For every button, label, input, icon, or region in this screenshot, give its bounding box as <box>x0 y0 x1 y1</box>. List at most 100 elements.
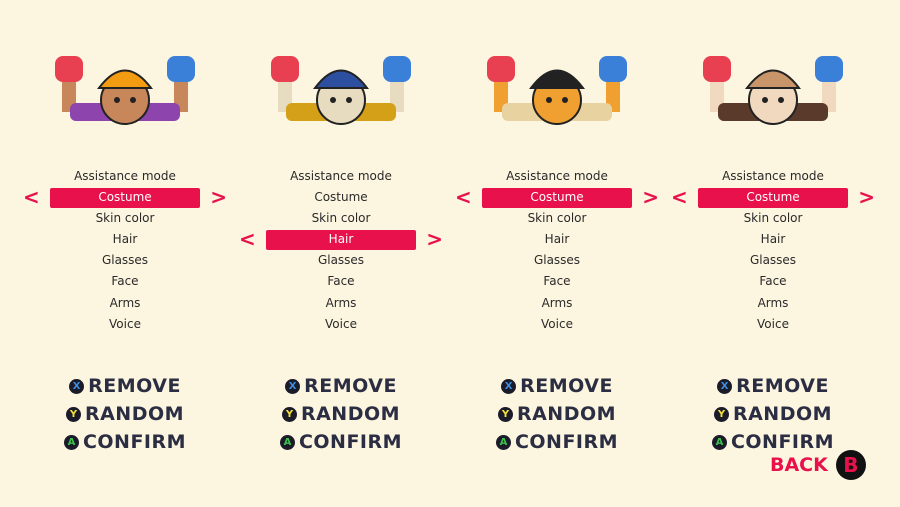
menu-item-costume[interactable]: < Costume > <box>665 187 881 209</box>
menu-item-label: Voice <box>325 316 357 331</box>
b-button-icon: B <box>835 450 866 480</box>
menu-item-face[interactable]: Face <box>665 271 881 292</box>
character-preview <box>55 56 195 125</box>
x-button-icon: X <box>501 378 517 394</box>
remove-action[interactable]: X REMOVE <box>17 372 233 400</box>
left-glove-icon <box>271 56 299 82</box>
menu-item-label: Voice <box>109 316 141 331</box>
action-label: REMOVE <box>520 375 613 397</box>
menu-item-glasses[interactable]: Glasses <box>233 250 449 271</box>
arrow-right-icon[interactable]: > <box>426 229 443 250</box>
menu-item-hair[interactable]: Hair <box>665 229 881 250</box>
menu-item-arms[interactable]: Arms <box>17 293 233 314</box>
arrow-left-icon[interactable]: < <box>671 187 688 208</box>
menu-item-arms[interactable]: Arms <box>233 293 449 314</box>
menu-item-glasses[interactable]: Glasses <box>665 250 881 271</box>
menu-item-voice[interactable]: Voice <box>449 314 665 335</box>
random-action[interactable]: Y RANDOM <box>665 400 881 428</box>
menu-item-label: Glasses <box>317 253 365 268</box>
action-label: REMOVE <box>736 375 829 397</box>
menu-item-face[interactable]: Face <box>233 271 449 292</box>
menu-item-assistance-mode[interactable]: Assistance mode <box>233 166 449 187</box>
menu-item-costume[interactable]: < Costume > <box>17 187 233 209</box>
menu-item-costume[interactable]: < Costume > <box>449 187 665 209</box>
character-hat <box>529 69 585 89</box>
a-button-icon: A <box>711 434 727 450</box>
left-glove-icon <box>55 56 83 82</box>
menu-item-label: Assistance mode <box>722 169 824 183</box>
menu-item-arms[interactable]: Arms <box>449 293 665 314</box>
remove-action[interactable]: X REMOVE <box>449 372 665 400</box>
arrow-right-icon[interactable]: > <box>858 187 875 208</box>
menu-item-label: Face <box>759 274 787 289</box>
random-action[interactable]: Y RANDOM <box>17 400 233 428</box>
menu-item-label: Arms <box>109 295 141 310</box>
y-button-icon: Y <box>497 406 513 422</box>
menu-item-glasses[interactable]: Glasses <box>449 250 665 271</box>
menu-item-face[interactable]: Face <box>449 271 665 292</box>
menu-item-glasses[interactable]: Glasses <box>17 250 233 271</box>
arrow-left-icon[interactable]: < <box>455 187 472 208</box>
arrow-left-icon[interactable]: < <box>239 229 256 250</box>
remove-action[interactable]: X REMOVE <box>233 372 449 400</box>
action-label: RANDOM <box>516 403 617 425</box>
menu-item-label: Costume <box>746 190 800 205</box>
random-action[interactable]: Y RANDOM <box>233 400 449 428</box>
player-panel-4: Assistance mode < Costume > Skin color Hair Gl… <box>665 0 881 507</box>
menu-item-label: Arms <box>325 295 357 310</box>
menu-item-assistance-mode[interactable]: Assistance mode <box>17 166 233 187</box>
arrow-right-icon[interactable]: > <box>642 187 659 208</box>
character-preview <box>487 56 627 125</box>
arrow-left-icon[interactable]: < <box>23 187 40 208</box>
action-list: X REMOVE Y RANDOM A CONFIRM <box>233 372 449 456</box>
customization-menu: Assistance mode < Costume > Skin color Hair Gl… <box>665 166 881 335</box>
confirm-action[interactable]: A CONFIRM <box>449 428 665 456</box>
player-panel-3: Assistance mode < Costume > Skin color Hair Gl… <box>449 0 665 507</box>
menu-item-face[interactable]: Face <box>17 271 233 292</box>
character-preview <box>703 56 843 125</box>
menu-item-label: Hair <box>112 232 138 247</box>
left-glove-icon <box>703 56 731 82</box>
menu-item-label: Face <box>111 274 139 289</box>
action-label: RANDOM <box>300 403 401 425</box>
action-list: X REMOVE Y RANDOM A CONFIRM <box>17 372 233 456</box>
menu-item-hair[interactable]: < Hair > <box>233 229 449 251</box>
a-button-icon: A <box>495 434 511 450</box>
menu-item-label: Arms <box>757 295 789 310</box>
menu-item-hair[interactable]: Hair <box>449 229 665 250</box>
menu-item-hair[interactable]: Hair <box>17 229 233 250</box>
menu-item-arms[interactable]: Arms <box>665 293 881 314</box>
action-label: REMOVE <box>88 375 181 397</box>
menu-item-skin-color[interactable]: Skin color <box>665 208 881 229</box>
menu-item-label: Glasses <box>533 253 581 268</box>
menu-item-label: Skin color <box>527 211 587 226</box>
action-list: X REMOVE Y RANDOM A CONFIRM <box>449 372 665 456</box>
menu-item-label: Glasses <box>749 253 797 268</box>
random-action[interactable]: Y RANDOM <box>449 400 665 428</box>
menu-item-skin-color[interactable]: Skin color <box>233 208 449 229</box>
customization-menu: Assistance mode < Costume > Skin color Hair Gl… <box>17 166 233 335</box>
menu-item-costume[interactable]: Costume <box>233 187 449 208</box>
confirm-action[interactable]: A CONFIRM <box>17 428 233 456</box>
menu-item-label: Assistance mode <box>506 169 608 183</box>
arrow-right-icon[interactable]: > <box>210 187 227 208</box>
menu-item-assistance-mode[interactable]: Assistance mode <box>449 166 665 187</box>
x-button-icon: X <box>717 378 733 394</box>
menu-item-label: Hair <box>760 232 786 247</box>
y-button-icon: Y <box>65 406 81 422</box>
confirm-action[interactable]: A CONFIRM <box>233 428 449 456</box>
action-label: RANDOM <box>84 403 185 425</box>
menu-item-voice[interactable]: Voice <box>233 314 449 335</box>
menu-item-skin-color[interactable]: Skin color <box>17 208 233 229</box>
action-label: CONFIRM <box>514 431 619 453</box>
character-hat <box>745 69 801 89</box>
menu-item-skin-color[interactable]: Skin color <box>449 208 665 229</box>
player-panel-2: Assistance mode Costume Skin color < Hair > Gl… <box>233 0 449 507</box>
menu-item-label: Skin color <box>95 211 155 226</box>
menu-item-label: Assistance mode <box>290 169 392 183</box>
menu-item-assistance-mode[interactable]: Assistance mode <box>665 166 881 187</box>
menu-item-voice[interactable]: Voice <box>17 314 233 335</box>
menu-item-voice[interactable]: Voice <box>665 314 881 335</box>
remove-action[interactable]: X REMOVE <box>665 372 881 400</box>
back-button[interactable]: BACK B <box>770 450 866 480</box>
